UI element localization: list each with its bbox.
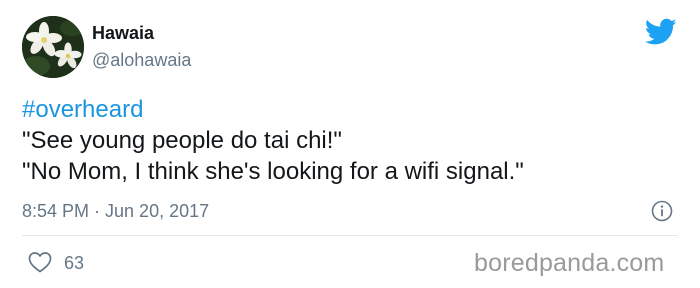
tweet-body: #overheard "See young people do tai chi!… (22, 94, 524, 187)
author-display-name[interactable]: Hawaia (92, 22, 154, 44)
hashtag-link[interactable]: #overheard (22, 96, 143, 123)
like-count: 63 (64, 253, 85, 273)
heart-icon[interactable] (28, 251, 52, 273)
info-icon[interactable] (651, 200, 673, 222)
divider (22, 235, 678, 236)
plumeria-flower-image (22, 16, 84, 78)
watermark: boredpanda.com (474, 249, 665, 277)
tweet-line-1: "See young people do tai chi!" (22, 127, 342, 154)
author-handle[interactable]: @alohawaia (92, 49, 191, 71)
tweet-line-2: "No Mom, I think she's looking for a wif… (22, 158, 524, 185)
twitter-bird-icon[interactable] (645, 18, 677, 46)
avatar[interactable] (22, 16, 84, 78)
tweet-timestamp[interactable]: 8:54 PM · Jun 20, 2017 (22, 200, 209, 222)
